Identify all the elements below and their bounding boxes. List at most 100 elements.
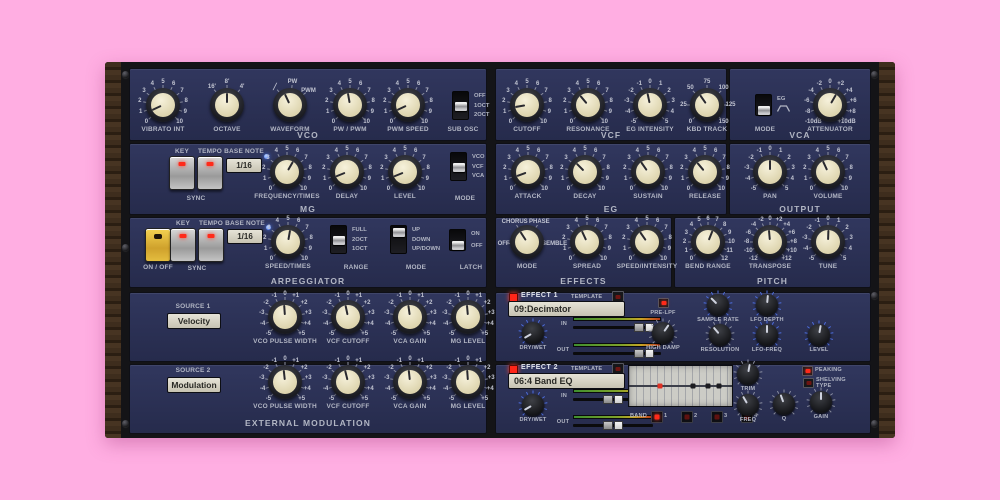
bend-range-label: BEND RANGE: [685, 263, 731, 270]
fx1-dry-wet-label: DRY/WET: [520, 345, 547, 351]
s1-vca-gain-label: VCA GAIN: [393, 338, 426, 345]
screw-icon: [871, 420, 878, 427]
eg-intensity-label: EG INTENSITY: [626, 126, 674, 133]
gate-shape-icon: [777, 105, 790, 114]
led-icon: [806, 381, 811, 385]
mg-key-button[interactable]: [169, 156, 195, 190]
kbd-track-label: KBD TRACK: [687, 126, 727, 133]
cutoff-label: CUTOFF: [513, 126, 540, 133]
eq-band-4-dot[interactable]: [716, 384, 721, 389]
led-icon: [661, 301, 666, 305]
knob-pointer-icon: [827, 230, 829, 240]
s2-vca-gain-label: VCA GAIN: [393, 403, 426, 410]
switch-handle[interactable]: [453, 163, 465, 172]
mg-delay-label: DELAY: [336, 193, 358, 200]
led-icon: [616, 295, 621, 299]
spread-label: SPREAD: [573, 263, 601, 270]
arp-base-note-display[interactable]: 1/16: [227, 229, 263, 244]
mg-section-title: MG: [129, 204, 487, 214]
effect2-in-slider-handle[interactable]: [603, 395, 623, 404]
shelving-type-label: SHELVING TYPE: [816, 377, 854, 389]
pre-lpf-button[interactable]: [658, 298, 669, 308]
mg-sync-label: SYNC: [187, 195, 206, 202]
led-icon: [207, 162, 214, 166]
effect2-out-label: OUT: [557, 419, 569, 425]
arp-mode-label: MODE: [406, 264, 426, 271]
arp-key-button[interactable]: [170, 228, 196, 262]
effect1-out-label: OUT: [557, 347, 569, 353]
volume-label: VOLUME: [813, 193, 842, 200]
mg-base-note-display[interactable]: 1/16: [226, 158, 262, 173]
speed-intensity-label: SPEED/INTENSITY: [617, 263, 678, 270]
led-icon: [715, 415, 720, 420]
eq-gain-label: GAIN: [814, 414, 829, 420]
effect1-preset-display[interactable]: 09:Decimator: [508, 301, 625, 317]
mg-tempo-button[interactable]: [197, 156, 223, 190]
eq-band-2-dot[interactable]: [690, 384, 695, 389]
waveform-label: WAVEFORM: [270, 126, 309, 133]
s2-mg-level-label: MG LEVEL: [451, 403, 486, 410]
band-3-button[interactable]: [711, 411, 723, 423]
pwm-speed-label: PWM SPEED: [387, 126, 429, 133]
led-icon: [180, 234, 187, 238]
led-icon: [655, 415, 660, 420]
arp-on-off-button[interactable]: [145, 228, 171, 262]
switch-handle[interactable]: [452, 241, 464, 250]
pitch-section-title: PITCH: [674, 276, 871, 286]
release-label: RELEASE: [689, 193, 721, 200]
effect2-preset-display[interactable]: 06:4 Band EQ: [508, 373, 625, 389]
band-1-label: 1: [664, 413, 667, 419]
arp-base-note-label: BASE NOTE: [225, 220, 265, 227]
arp-tempo-label: TEMPO: [199, 220, 223, 227]
effects-section-title: EFFECTS: [495, 276, 672, 286]
arp-tempo-button[interactable]: [198, 228, 224, 262]
screw-icon: [871, 292, 878, 299]
pan-label: PAN: [763, 193, 777, 200]
peaking-label: PEAKING: [815, 367, 842, 373]
switch-handle[interactable]: [393, 228, 405, 237]
effect2-template-label: TEMPLATE: [571, 366, 602, 372]
wood-panel-left: [105, 62, 121, 438]
pre-lpf-label: PRE-LPF: [650, 310, 675, 316]
transpose-label: TRANSPOSE: [749, 263, 791, 270]
led-icon: [208, 234, 215, 238]
s2-vcf-cutoff-label: VCF CUTOFF: [326, 403, 369, 410]
effect1-template-label: TEMPLATE: [571, 294, 602, 300]
mg-mode-label: MODE: [455, 195, 475, 202]
switch-handle[interactable]: [333, 236, 345, 245]
effect2-out-slider-handle[interactable]: [603, 421, 623, 430]
band-2-label: 2: [694, 413, 697, 419]
led-icon: [685, 415, 690, 420]
peaking-button[interactable]: [802, 366, 813, 376]
band-label: BAND: [630, 413, 647, 419]
fx-mode-label: MODE: [517, 263, 537, 270]
shelving-type-button[interactable]: [803, 378, 814, 388]
eq-band-1-dot[interactable]: [657, 384, 662, 389]
wood-panel-right: [879, 62, 895, 438]
mg-level-label: LEVEL: [394, 193, 416, 200]
freq-label: FREQ: [740, 417, 756, 423]
screw-icon: [122, 420, 129, 427]
band-1-button[interactable]: [651, 411, 663, 423]
sustain-label: SUSTAIN: [633, 193, 662, 200]
source1-display[interactable]: Velocity: [167, 313, 221, 329]
mg-base-note-label: BASE NOTE: [224, 148, 264, 155]
switch-handle[interactable]: [455, 102, 467, 111]
source2-display[interactable]: Modulation: [167, 377, 221, 393]
switch-handle[interactable]: [758, 106, 770, 115]
led-icon: [616, 367, 621, 371]
resolution-label: RESOLUTION: [701, 347, 740, 353]
eq-band-3-dot[interactable]: [706, 384, 711, 389]
eg-section-title: EG: [495, 204, 727, 214]
sub-osc-label: SUB OSC: [447, 126, 478, 133]
effect2-in-label: IN: [561, 393, 567, 399]
vca-mode-label: MODE: [755, 126, 775, 133]
s1-mg-level-label: MG LEVEL: [451, 338, 486, 345]
eq-display[interactable]: [628, 365, 733, 407]
screw-icon: [122, 71, 129, 78]
band-2-button[interactable]: [681, 411, 693, 423]
fx2-dry-wet-label: DRY/WET: [520, 417, 547, 423]
attack-label: ATTACK: [515, 193, 542, 200]
effect1-in-meter: [573, 317, 661, 321]
source1-label: SOURCE 1: [176, 303, 211, 310]
